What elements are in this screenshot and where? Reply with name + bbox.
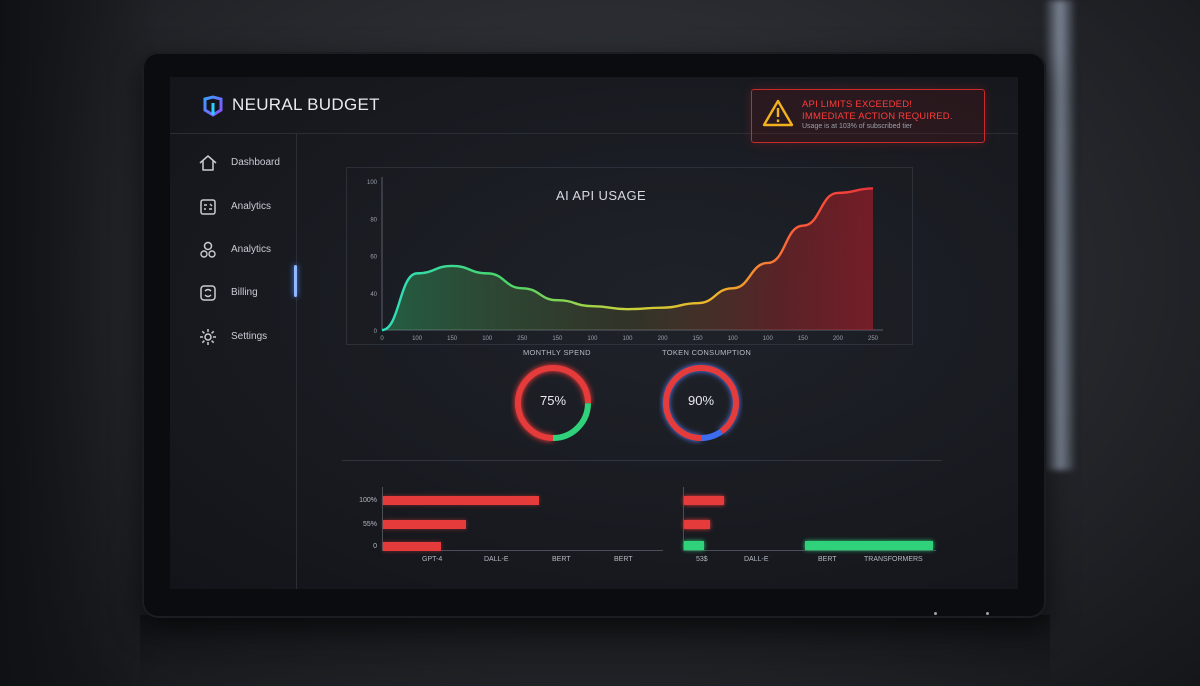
bar-chart-x-tick-label: GPT-4 xyxy=(422,556,443,563)
monthly-spend-label: MONTHLY SPEND xyxy=(523,348,591,357)
token-consumption-value: 90% xyxy=(687,393,715,408)
usage-chart-title: AI API USAGE xyxy=(556,188,647,203)
model-usage-bar xyxy=(684,520,710,529)
bar-chart-x-tick-label: BERT xyxy=(818,556,837,563)
bar-chart-y-tick-label: 0 xyxy=(373,543,377,550)
sidebar-item-analytics[interactable]: Analytics xyxy=(198,197,308,219)
model-usage-bar xyxy=(383,496,539,505)
alert-action: IMMEDIATE ACTION REQUIRED. xyxy=(802,111,953,122)
billing-icon xyxy=(200,285,216,301)
bar-chart-x-tick-label: BERT xyxy=(614,556,633,563)
bar-chart-y-tick-label: 55% xyxy=(362,521,377,528)
alert-title: API LIMITS EXCEEDED! xyxy=(802,99,913,110)
sidebar-item-settings[interactable]: Settings xyxy=(198,327,308,349)
users-icon xyxy=(200,241,216,258)
bar-chart-x-tick-label: 53$ xyxy=(696,556,708,563)
model-usage-bar xyxy=(684,541,704,550)
sidebar-item-label: Settings xyxy=(231,331,268,342)
sidebar-item-label: Analytics xyxy=(231,244,272,255)
neural-budget-logo-icon xyxy=(203,95,223,117)
bar-chart-y-tick-label: 100% xyxy=(359,497,377,504)
sidebar-item-billing[interactable]: Billing xyxy=(198,283,308,305)
alert-detail: Usage is at 103% of subscribed tier xyxy=(802,123,913,130)
sidebar-item-label: Analytics xyxy=(231,201,272,212)
sidebar-item-label: Billing xyxy=(231,287,258,298)
background-shadow xyxy=(0,0,160,686)
bar-chart-x-tick-label: DALL-E xyxy=(744,556,769,563)
monthly-spend-donut: 75% xyxy=(511,361,595,445)
desk-shadow xyxy=(140,615,1050,686)
chart-icon xyxy=(200,199,216,215)
token-consumption-donut: 90% xyxy=(659,361,743,445)
model-usage-bar xyxy=(684,496,724,505)
bar-chart-x-axis xyxy=(684,550,936,551)
background-window-light xyxy=(1045,0,1075,470)
sidebar: Dashboard Analytics Analytics Billing Se… xyxy=(170,133,297,589)
token-consumption-label: TOKEN CONSUMPTION xyxy=(662,348,752,357)
bar-chart-x-tick-label: DALL-E xyxy=(484,556,509,563)
monthly-spend-value: 75% xyxy=(539,393,567,408)
bar-chart-x-tick-label: TRANSFORMERS xyxy=(864,556,923,563)
app-title: NEURAL BUDGET xyxy=(232,95,380,114)
model-usage-bar xyxy=(383,542,441,551)
model-usage-bar xyxy=(383,520,466,529)
sidebar-item-analytics-users[interactable]: Analytics xyxy=(198,240,308,262)
api-limit-alert[interactable]: API LIMITS EXCEEDED! IMMEDIATE ACTION RE… xyxy=(751,89,985,143)
model-usage-bar xyxy=(805,541,933,550)
monitor-led xyxy=(986,612,989,615)
sidebar-item-label: Dashboard xyxy=(231,157,280,168)
active-nav-indicator xyxy=(294,265,297,297)
monitor-led xyxy=(934,612,937,615)
dashboard-screen: NEURAL BUDGET API LIMITS EXCEEDED! IMMED… xyxy=(170,77,1018,589)
warning-icon xyxy=(762,99,794,127)
gear-icon xyxy=(200,329,216,345)
bar-chart-x-tick-label: BERT xyxy=(552,556,571,563)
home-icon xyxy=(199,155,217,171)
sidebar-item-dashboard[interactable]: Dashboard xyxy=(198,153,308,175)
